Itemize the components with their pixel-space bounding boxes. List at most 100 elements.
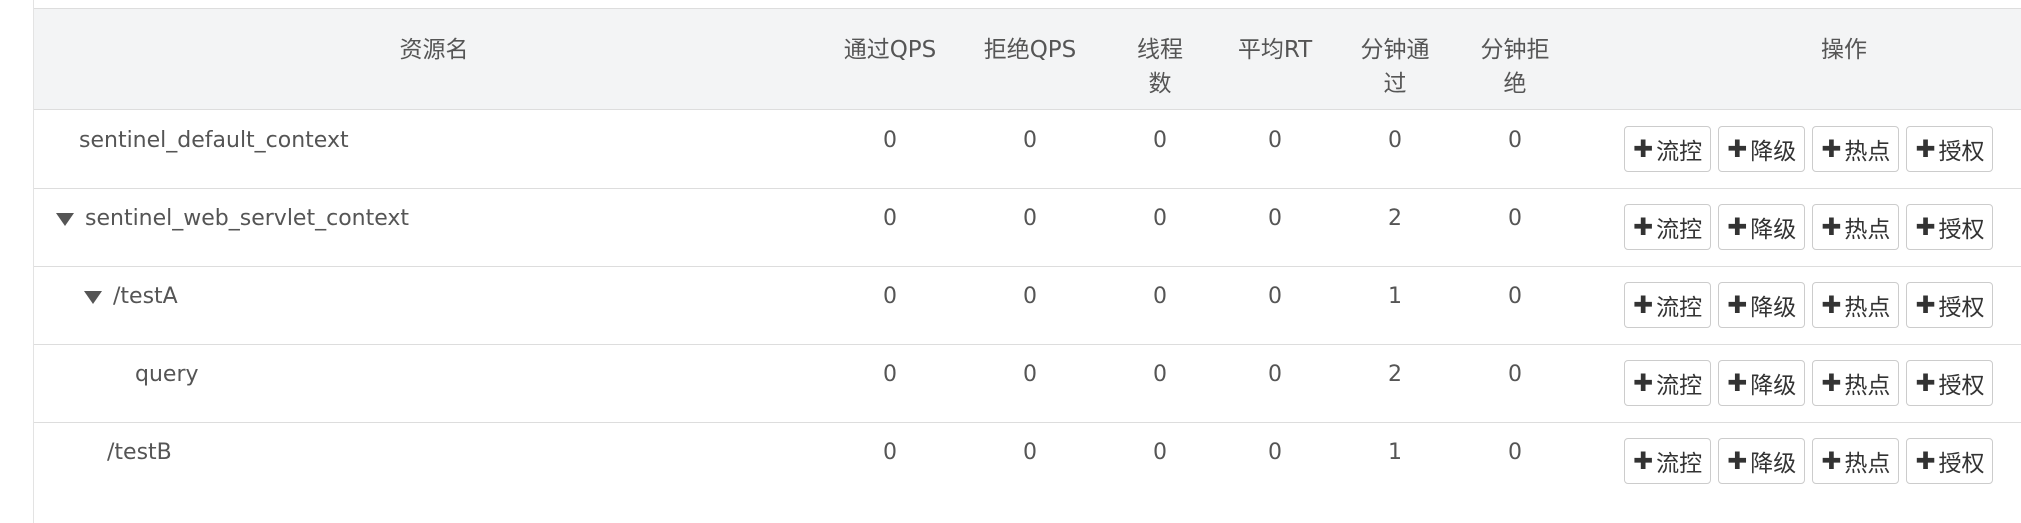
collapse-caret-icon[interactable] <box>56 213 74 226</box>
row-actions: ✚ 流控 ✚ 降级 ✚ 热点 ✚ 授权 <box>1624 204 1994 250</box>
minute-block-value: 0 <box>1508 440 1522 465</box>
button-label: 授权 <box>1938 295 1985 321</box>
block-qps-value: 0 <box>1023 206 1037 231</box>
minute-pass-value: 2 <box>1388 362 1402 387</box>
add-authority-rule-button[interactable]: ✚ 授权 <box>1906 438 1994 484</box>
add-flow-rule-button[interactable]: ✚ 流控 <box>1624 204 1712 250</box>
header-actions: 操作 <box>1821 37 1867 63</box>
add-degrade-rule-button[interactable]: ✚ 降级 <box>1718 204 1806 250</box>
button-label: 授权 <box>1938 373 1985 399</box>
pass-qps-value: 0 <box>883 440 897 465</box>
header-minute-block[interactable]: 分钟拒 绝 <box>1470 9 1560 109</box>
add-hotspot-rule-button[interactable]: ✚ 热点 <box>1812 126 1900 172</box>
resource-name: /testB <box>107 440 172 465</box>
row-actions: ✚ 流控 ✚ 降级 ✚ 热点 ✚ 授权 <box>1624 126 1994 172</box>
button-label: 热点 <box>1844 139 1891 165</box>
plus-icon: ✚ <box>1633 135 1654 163</box>
plus-icon: ✚ <box>1633 291 1654 319</box>
table-row: sentinel_web_servlet_context 0 0 0 0 2 0… <box>34 188 2021 267</box>
add-authority-rule-button[interactable]: ✚ 授权 <box>1906 204 1994 250</box>
minute-pass-value: 0 <box>1388 128 1402 153</box>
add-degrade-rule-button[interactable]: ✚ 降级 <box>1718 126 1806 172</box>
plus-icon: ✚ <box>1821 447 1842 475</box>
button-label: 流控 <box>1656 217 1703 243</box>
add-authority-rule-button[interactable]: ✚ 授权 <box>1906 282 1994 328</box>
table-row: query 0 0 0 0 2 0 ✚ 流控 ✚ 降级 ✚ 热点 ✚ 授权 <box>34 344 2021 423</box>
button-label: 降级 <box>1750 139 1797 165</box>
add-hotspot-rule-button[interactable]: ✚ 热点 <box>1812 282 1900 328</box>
collapse-caret-icon[interactable] <box>84 291 102 304</box>
plus-icon: ✚ <box>1727 447 1748 475</box>
button-label: 热点 <box>1844 373 1891 399</box>
block-qps-value: 0 <box>1023 362 1037 387</box>
plus-icon: ✚ <box>1727 135 1748 163</box>
add-hotspot-rule-button[interactable]: ✚ 热点 <box>1812 360 1900 406</box>
header-pass-qps[interactable]: 通过QPS <box>840 9 940 109</box>
add-authority-rule-button[interactable]: ✚ 授权 <box>1906 126 1994 172</box>
header-resource-name[interactable]: 资源名 <box>34 9 834 109</box>
resource-name: sentinel_default_context <box>79 128 349 153</box>
resource-name: sentinel_web_servlet_context <box>85 206 410 231</box>
button-label: 降级 <box>1750 217 1797 243</box>
minute-pass-value: 1 <box>1388 284 1402 309</box>
block-qps-value: 0 <box>1023 284 1037 309</box>
avg-rt-value: 0 <box>1268 362 1282 387</box>
plus-icon: ✚ <box>1727 369 1748 397</box>
block-qps-value: 0 <box>1023 440 1037 465</box>
plus-icon: ✚ <box>1821 135 1842 163</box>
add-hotspot-rule-button[interactable]: ✚ 热点 <box>1812 204 1900 250</box>
resource-name-cell: /testA <box>84 266 684 344</box>
pass-qps-value: 0 <box>883 284 897 309</box>
add-flow-rule-button[interactable]: ✚ 流控 <box>1624 438 1712 484</box>
plus-icon: ✚ <box>1821 213 1842 241</box>
button-label: 热点 <box>1844 217 1891 243</box>
button-label: 热点 <box>1844 295 1891 321</box>
threads-value: 0 <box>1153 362 1167 387</box>
table-header: 资源名 通过QPS 拒绝QPS 线程 数 平均RT 分钟通 过 分钟拒 绝 操作 <box>34 9 2021 110</box>
plus-icon: ✚ <box>1915 213 1936 241</box>
header-block-qps[interactable]: 拒绝QPS <box>980 9 1080 109</box>
button-label: 流控 <box>1656 139 1703 165</box>
avg-rt-value: 0 <box>1268 128 1282 153</box>
plus-icon: ✚ <box>1633 213 1654 241</box>
block-qps-value: 0 <box>1023 128 1037 153</box>
add-degrade-rule-button[interactable]: ✚ 降级 <box>1718 360 1806 406</box>
add-flow-rule-button[interactable]: ✚ 流控 <box>1624 282 1712 328</box>
resource-name: /testA <box>113 284 178 309</box>
row-actions: ✚ 流控 ✚ 降级 ✚ 热点 ✚ 授权 <box>1624 282 1994 328</box>
add-flow-rule-button[interactable]: ✚ 流控 <box>1624 126 1712 172</box>
plus-icon: ✚ <box>1633 447 1654 475</box>
pass-qps-value: 0 <box>883 362 897 387</box>
avg-rt-value: 0 <box>1268 284 1282 309</box>
button-label: 流控 <box>1656 295 1703 321</box>
minute-block-value: 0 <box>1508 284 1522 309</box>
avg-rt-value: 0 <box>1268 440 1282 465</box>
resource-name: query <box>135 362 199 387</box>
add-flow-rule-button[interactable]: ✚ 流控 <box>1624 360 1712 406</box>
add-degrade-rule-button[interactable]: ✚ 降级 <box>1718 282 1806 328</box>
pass-qps-value: 0 <box>883 206 897 231</box>
plus-icon: ✚ <box>1727 213 1748 241</box>
plus-icon: ✚ <box>1633 369 1654 397</box>
minute-block-value: 0 <box>1508 362 1522 387</box>
threads-value: 0 <box>1153 206 1167 231</box>
button-label: 降级 <box>1750 295 1797 321</box>
plus-icon: ✚ <box>1915 135 1936 163</box>
add-degrade-rule-button[interactable]: ✚ 降级 <box>1718 438 1806 484</box>
header-avg-rt[interactable]: 平均RT <box>1230 9 1320 109</box>
resource-name-cell: sentinel_web_servlet_context <box>56 188 656 266</box>
button-label: 降级 <box>1750 373 1797 399</box>
header-threads[interactable]: 线程 数 <box>1130 9 1190 109</box>
minute-pass-value: 1 <box>1388 440 1402 465</box>
add-hotspot-rule-button[interactable]: ✚ 热点 <box>1812 438 1900 484</box>
header-minute-pass[interactable]: 分钟通 过 <box>1350 9 1440 109</box>
minute-block-value: 0 <box>1508 206 1522 231</box>
button-label: 热点 <box>1844 451 1891 477</box>
add-authority-rule-button[interactable]: ✚ 授权 <box>1906 360 1994 406</box>
plus-icon: ✚ <box>1727 291 1748 319</box>
button-label: 降级 <box>1750 451 1797 477</box>
table-row: /testA 0 0 0 0 1 0 ✚ 流控 ✚ 降级 ✚ 热点 ✚ 授权 <box>34 266 2021 345</box>
button-label: 授权 <box>1938 451 1985 477</box>
button-label: 流控 <box>1656 451 1703 477</box>
button-label: 授权 <box>1938 139 1985 165</box>
